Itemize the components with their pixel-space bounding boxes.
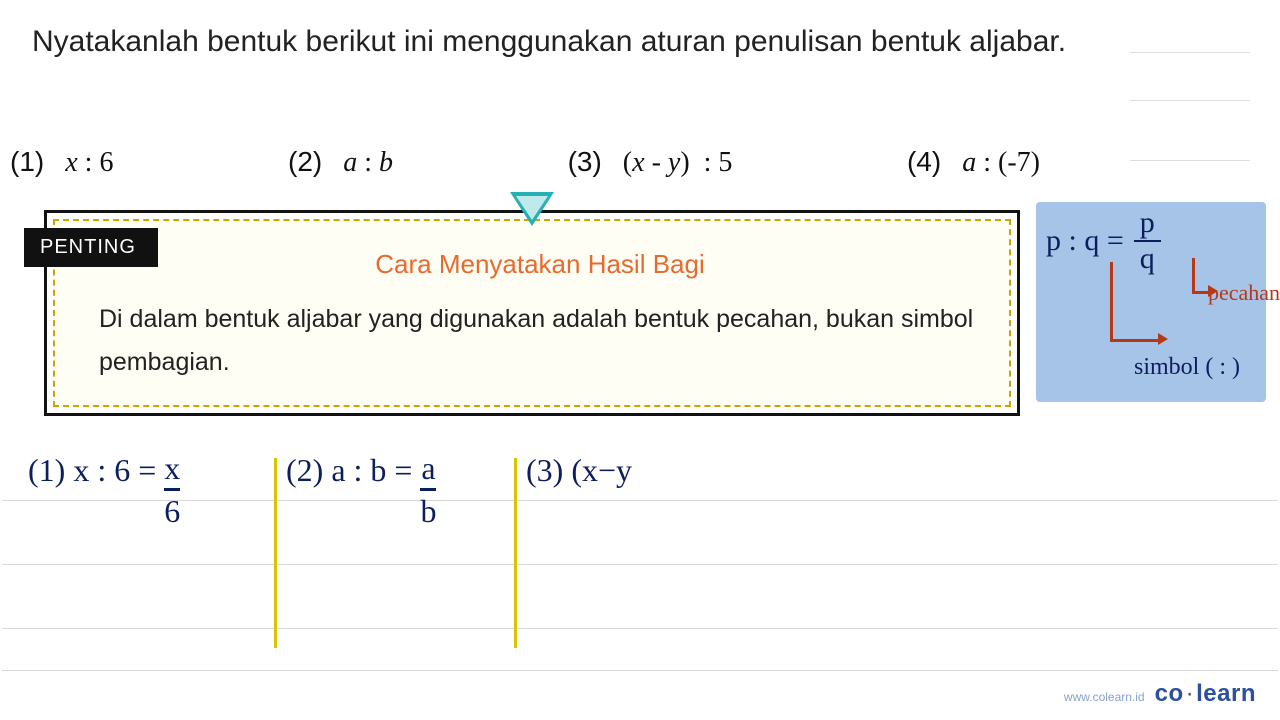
rule-line — [2, 628, 1278, 629]
fraction-top: x — [164, 452, 180, 484]
fraction-top: p — [1134, 208, 1161, 238]
blue-note: p : q = p q pecahan simbol ( : ) — [1036, 202, 1266, 402]
option-number: (4) — [907, 146, 941, 177]
option-3: (3) (x - y) : 5 — [568, 146, 733, 179]
rule-line — [1130, 100, 1250, 101]
brand-part-a: co — [1155, 680, 1184, 707]
fraction: x 6 — [164, 452, 180, 527]
fraction-bar — [164, 488, 180, 491]
info-box: Cara Menyatakan Hasil Bagi Di dalam bent… — [44, 210, 1020, 416]
answer-expr: a : b = — [331, 452, 412, 489]
answer-expr: (x−y — [571, 452, 632, 489]
bluenote-label-simbol: simbol ( : ) — [1134, 354, 1240, 381]
option-number: (2) — [288, 146, 322, 177]
info-title: Cara Menyatakan Hasil Bagi — [99, 249, 981, 280]
answer-2: (2) a : b = a b — [286, 452, 436, 527]
option-2: (2) a : b — [288, 146, 393, 179]
divider-line — [514, 458, 517, 648]
divider-line — [274, 458, 277, 648]
triangle-marker-icon — [510, 192, 554, 226]
answer-label: (2) — [286, 452, 323, 489]
brand-part-b: learn — [1196, 680, 1256, 707]
bluenote-label-pecahan: pecahan — [1208, 280, 1280, 306]
options-row: (1) x : 6 (2) a : b (3) (x - y) : 5 (4) … — [10, 146, 1040, 179]
answer-1: (1) x : 6 = x 6 — [28, 452, 180, 527]
arrow-icon — [1110, 262, 1160, 342]
answer-label: (1) — [28, 452, 65, 489]
fraction-bot: 6 — [164, 495, 180, 527]
footer: www.colearn.id co·learn — [1064, 680, 1256, 708]
worksheet-page: Nyatakanlah bentuk berikut ini menggunak… — [0, 0, 1280, 720]
fraction-bot: b — [420, 495, 436, 527]
option-1: (1) x : 6 — [10, 146, 113, 179]
info-body: Di dalam bentuk aljabar yang digunakan a… — [99, 298, 981, 383]
footer-site: www.colearn.id — [1064, 690, 1145, 704]
answer-3: (3) (x−y — [526, 452, 632, 489]
penting-label: PENTING — [40, 236, 136, 259]
penting-ribbon: PENTING — [24, 228, 158, 267]
option-number: (1) — [10, 146, 44, 177]
rule-line — [2, 670, 1278, 671]
brand-logo: co·learn — [1155, 680, 1256, 708]
question-text: Nyatakanlah bentuk berikut ini menggunak… — [32, 20, 1240, 64]
fraction-top: a — [421, 452, 435, 484]
fraction-bar — [420, 488, 436, 491]
answer-label: (3) — [526, 452, 563, 489]
worked-answers: (1) x : 6 = x 6 (2) a : b = a b (3) (x−y — [24, 448, 1260, 618]
option-4: (4) a : (-7) — [907, 146, 1040, 179]
answer-expr: x : 6 = — [73, 452, 156, 489]
bluenote-lhs: p : q = — [1046, 224, 1124, 258]
option-number: (3) — [568, 146, 602, 177]
fraction: a b — [420, 452, 436, 527]
rule-line — [1130, 160, 1250, 161]
